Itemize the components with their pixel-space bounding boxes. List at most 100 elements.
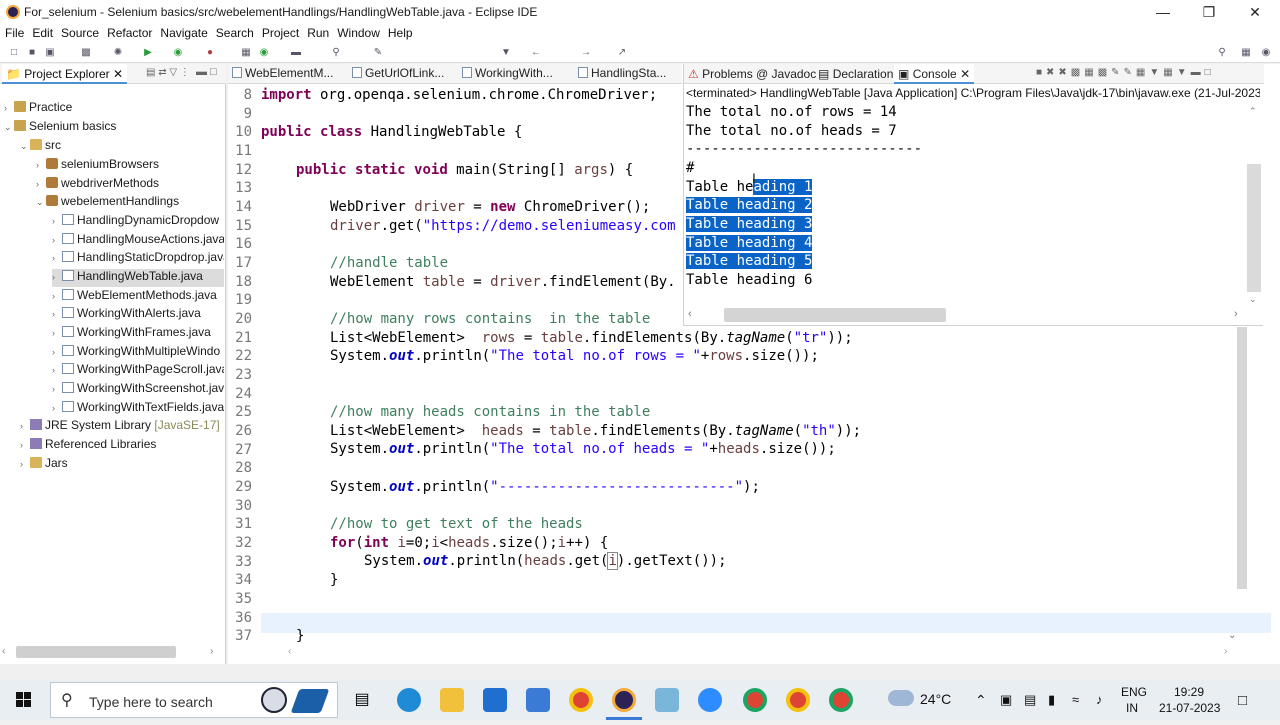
debug-icon[interactable]: ✺: [112, 47, 124, 59]
scroll-left-icon[interactable]: ‹: [688, 308, 692, 320]
java-perspective-icon[interactable]: ◉: [1260, 47, 1272, 59]
language-code[interactable]: ENG: [1121, 685, 1147, 699]
meet-now-icon[interactable]: ▣: [1000, 692, 1012, 708]
console-horizontal-scrollbar[interactable]: [724, 308, 946, 322]
tab-project-explorer[interactable]: 📁 Project Explorer ✕: [2, 64, 128, 84]
menu-navigate[interactable]: Navigate: [155, 24, 207, 43]
wifi-icon[interactable]: ≈: [1072, 692, 1079, 707]
tree-item-webelementhandlings[interactable]: ⌄ webelementHandlings: [36, 194, 224, 212]
tree-item-jre-system-library[interactable]: › JRE System Library [JavaSE-17]: [20, 418, 224, 436]
menu-source[interactable]: Source: [56, 24, 99, 43]
scroll-right-icon[interactable]: ›: [1224, 646, 1227, 657]
editor-tab-2[interactable]: GetUrlOfLink...: [352, 66, 444, 80]
scroll-down-icon[interactable]: ⌄: [1249, 294, 1257, 305]
forward-icon[interactable]: →: [580, 47, 592, 59]
language-region[interactable]: IN: [1126, 701, 1138, 715]
console-vertical-scrollbar[interactable]: [1247, 164, 1261, 292]
code-line[interactable]: List<WebElement> rows = table.findElemen…: [330, 330, 853, 346]
scroll-left-icon[interactable]: ‹: [288, 646, 291, 657]
clock-date[interactable]: 21-07-2023: [1159, 701, 1220, 715]
maximize-view-icon[interactable]: □: [210, 66, 217, 78]
back-icon[interactable]: ←: [530, 47, 542, 59]
chrome-icon[interactable]: [569, 688, 593, 712]
scroll-up-icon[interactable]: ⌃: [1249, 106, 1257, 117]
eclipse-taskbar-icon[interactable]: [612, 688, 636, 712]
taskbar-search[interactable]: ⚲ Type here to search: [50, 682, 338, 718]
tree-item-referenced-libraries[interactable]: › Referenced Libraries: [20, 437, 224, 455]
tree-item-webdrivermethods[interactable]: › webdriverMethods: [36, 176, 224, 194]
code-comment[interactable]: //how to get text of the heads: [330, 516, 583, 532]
tree-item-file[interactable]: › HandlingStaticDropdrop.java: [52, 250, 224, 268]
chrome-icon[interactable]: [829, 688, 853, 712]
editor-tab-1[interactable]: WebElementM...: [232, 66, 333, 80]
code-line[interactable]: WebElement table = driver.findElement(By…: [330, 274, 676, 290]
close-tab-icon[interactable]: ✕: [960, 67, 970, 81]
minimize-icon[interactable]: —: [1140, 0, 1186, 24]
code-line[interactable]: }: [330, 572, 338, 588]
save-icon[interactable]: ■: [26, 47, 38, 59]
annotation-icon[interactable]: ✎: [372, 47, 384, 59]
explorer-horizontal-scrollbar[interactable]: [16, 646, 176, 658]
tree-item-file-selected[interactable]: › HandlingWebTable.java: [52, 269, 224, 287]
code-line[interactable]: WebDriver driver = new ChromeDriver();: [330, 199, 650, 215]
menu-file[interactable]: File: [0, 24, 24, 43]
editor-tab-4[interactable]: HandlingSta...: [578, 66, 666, 80]
code-comment[interactable]: //how many heads contains in the table: [330, 404, 650, 420]
next-annotation-icon[interactable]: ▼: [500, 47, 512, 59]
code-line[interactable]: }: [296, 628, 304, 644]
task-view-icon[interactable]: ▤: [350, 688, 374, 712]
tree-item-src[interactable]: ⌄ src: [20, 138, 224, 156]
tree-item-file[interactable]: › HandlingDynamicDropdow: [52, 213, 224, 231]
code-line[interactable]: List<WebElement> heads = table.findEleme…: [330, 423, 861, 439]
run-icon[interactable]: ▶: [142, 47, 154, 59]
save-all-icon[interactable]: ▣: [44, 47, 56, 59]
tree-item-file[interactable]: › WebElementMethods.java: [52, 288, 224, 306]
code-comment[interactable]: //handle table: [330, 255, 448, 271]
chrome-icon[interactable]: [786, 688, 810, 712]
store-icon[interactable]: [526, 688, 550, 712]
pin-editor-icon[interactable]: ↗: [616, 47, 628, 59]
notepad-icon[interactable]: [655, 688, 679, 712]
code-line[interactable]: public class HandlingWebTable {: [261, 124, 522, 140]
editor-tab-3[interactable]: WorkingWith...: [462, 66, 553, 80]
collapse-all-icon[interactable]: ▤ ⇄ ▽ ⋮: [146, 67, 190, 78]
code-line[interactable]: for(int i=0;i<heads.size();i++) {: [330, 535, 608, 551]
battery-icon[interactable]: ▮: [1048, 692, 1055, 708]
chrome-icon[interactable]: [743, 688, 767, 712]
scroll-right-icon[interactable]: ›: [1234, 308, 1238, 320]
new-icon[interactable]: □: [8, 47, 20, 59]
tab-problems[interactable]: ⚠ Problems: [688, 67, 753, 81]
menu-window[interactable]: Window: [332, 24, 380, 43]
tab-javadoc[interactable]: @ Javadoc: [756, 67, 816, 81]
volume-icon[interactable]: ♪: [1096, 692, 1103, 707]
console-toolbar-icons[interactable]: ■✖✖▩▦▩✎✎▦▼▦▼▬□: [1036, 67, 1215, 78]
show-hidden-icons-icon[interactable]: ⌃: [975, 692, 987, 709]
code-line[interactable]: System.out.println("The total no.of rows…: [330, 348, 819, 364]
coverage-icon[interactable]: ◉: [172, 47, 184, 59]
editor-vertical-scrollbar[interactable]: [1237, 327, 1247, 589]
code-line[interactable]: System.out.println("--------------------…: [330, 479, 760, 495]
perspective-icon[interactable]: ▦: [1240, 47, 1252, 59]
tree-item-file[interactable]: › WorkingWithScreenshot.java: [52, 381, 224, 399]
tree-item-file[interactable]: › WorkingWithTextFields.java: [52, 400, 224, 418]
menu-refactor[interactable]: Refactor: [102, 24, 152, 43]
code-line-current[interactable]: System.out.println(heads.get(i).getText(…: [364, 552, 727, 570]
search-toolbar-icon[interactable]: ⚲: [330, 47, 342, 59]
tree-item-file[interactable]: › HandlingMouseActions.java: [52, 232, 224, 250]
open-type-icon[interactable]: ▬: [290, 47, 302, 59]
terminal-icon[interactable]: ▩: [80, 47, 92, 59]
new-java-class-icon[interactable]: ◉: [258, 47, 270, 59]
menu-run[interactable]: Run: [302, 24, 329, 43]
tab-declaration[interactable]: ▤ Declaration: [818, 67, 893, 81]
tree-item-jars[interactable]: › Jars: [20, 456, 224, 474]
close-icon[interactable]: ✕: [1232, 0, 1278, 24]
code-line[interactable]: public static void main(String[] args) {: [296, 162, 633, 178]
weather-temp[interactable]: 24°C: [920, 691, 951, 707]
scroll-left-icon[interactable]: ‹: [2, 646, 5, 657]
file-explorer-icon[interactable]: [440, 688, 464, 712]
tree-item-file[interactable]: › WorkingWithMultipleWindo: [52, 344, 224, 362]
clock-time[interactable]: 19:29: [1174, 685, 1204, 699]
tree-item-file[interactable]: › WorkingWithPageScroll.java: [52, 362, 224, 380]
tree-item-file[interactable]: › WorkingWithFrames.java: [52, 325, 224, 343]
close-tab-icon[interactable]: ✕: [113, 67, 123, 81]
